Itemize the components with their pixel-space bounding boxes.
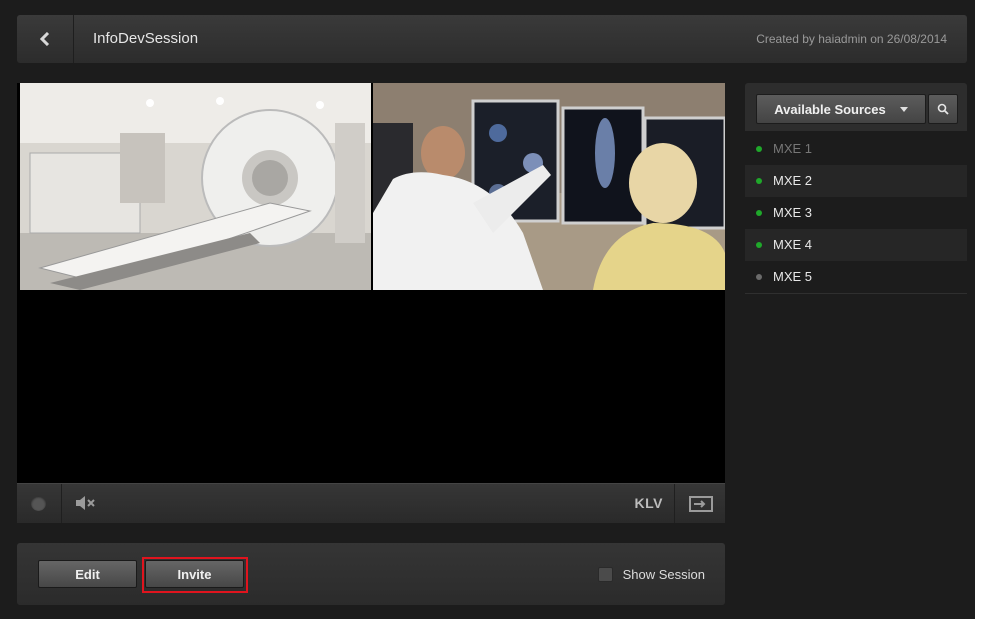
created-by-text: Created by haiadmin on 26/08/2014: [756, 32, 947, 46]
record-button[interactable]: [31, 496, 46, 511]
show-session-label: Show Session: [622, 566, 705, 582]
status-online-icon: [756, 146, 762, 152]
back-button[interactable]: [17, 15, 74, 63]
caret-down-icon: [899, 106, 908, 112]
output-screen-icon[interactable]: [689, 496, 713, 512]
search-sources-button[interactable]: [928, 94, 958, 124]
invite-button[interactable]: Invite: [145, 560, 244, 588]
chevron-left-icon: [40, 32, 50, 46]
source-item[interactable]: MXE 4: [745, 229, 967, 261]
sources-toolbar: Available Sources: [745, 83, 967, 131]
doctors-reviewing-scans-video-frame: [373, 83, 725, 290]
source-item[interactable]: MXE 3: [745, 197, 967, 229]
session-action-bar: Edit Invite Show Session: [17, 543, 725, 605]
speaker-muted-icon[interactable]: [75, 495, 97, 511]
ct-scanner-video-frame: [20, 83, 371, 290]
source-item-label: MXE 5: [773, 269, 813, 284]
status-online-icon: [756, 178, 762, 184]
source-item-label: MXE 4: [773, 237, 813, 252]
status-online-icon: [756, 242, 762, 248]
controls-divider: [61, 484, 62, 523]
source-list: MXE 1 MXE 2 MXE 3 MXE 4 MXE 5: [745, 133, 967, 293]
show-session-toggle[interactable]: Show Session: [597, 543, 705, 605]
video-feed-doctors[interactable]: [373, 83, 725, 290]
show-session-checkbox[interactable]: [597, 566, 613, 582]
klv-toggle[interactable]: KLV: [635, 484, 663, 523]
session-title: InfoDevSession: [93, 30, 199, 47]
source-item[interactable]: MXE 5: [745, 261, 967, 293]
video-feed-ct-scanner[interactable]: [20, 83, 371, 290]
search-icon: [937, 103, 949, 115]
source-item[interactable]: MXE 2: [745, 165, 967, 197]
edit-button[interactable]: Edit: [38, 560, 137, 588]
source-item-label: MXE 1: [773, 141, 813, 156]
source-item[interactable]: MXE 1: [745, 133, 967, 165]
video-viewer[interactable]: [17, 83, 725, 483]
source-item-label: MXE 3: [773, 205, 813, 220]
status-offline-icon: [756, 274, 762, 280]
available-sources-label: Available Sources: [774, 101, 886, 117]
player-controls: KLV: [17, 483, 725, 523]
source-item-label: MXE 2: [773, 173, 813, 188]
app-window: InfoDevSession Created by haiadmin on 26…: [0, 0, 975, 619]
controls-divider: [674, 484, 675, 523]
sources-panel: Available Sources MXE 1 MXE 2 MXE 3 MXE 4 MX…: [745, 83, 967, 295]
available-sources-dropdown[interactable]: Available Sources: [756, 94, 926, 124]
status-online-icon: [756, 210, 762, 216]
session-header: InfoDevSession Created by haiadmin on 26…: [17, 15, 967, 63]
source-list-divider: [745, 293, 967, 294]
